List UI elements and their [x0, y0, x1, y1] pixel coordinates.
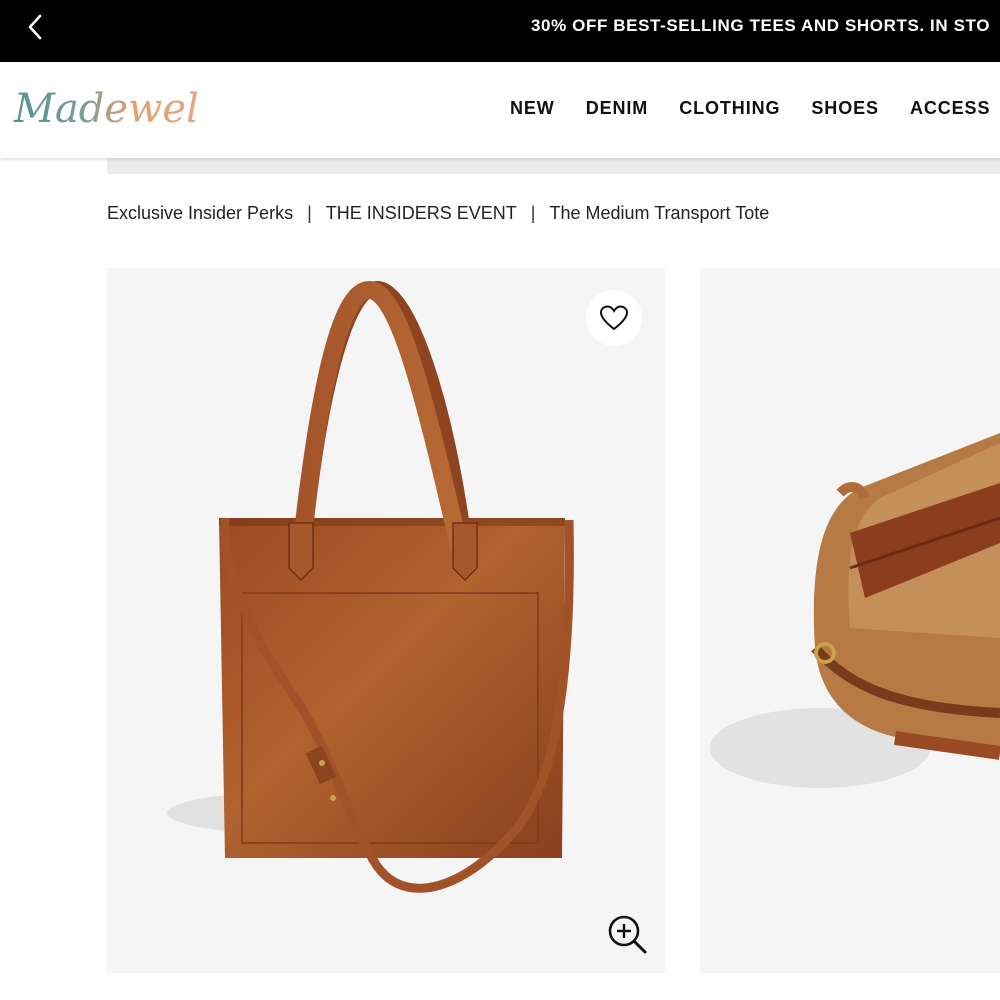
site-header: Madewell NEW DENIM CLOTHING SHOES ACCESS: [0, 62, 1000, 158]
chevron-left-icon[interactable]: [22, 12, 52, 42]
breadcrumb: Exclusive Insider Perks | THE INSIDERS EVE…: [107, 203, 769, 224]
madewell-logo[interactable]: Madewell: [12, 80, 197, 140]
nav-item-clothing[interactable]: CLOTHING: [679, 98, 780, 119]
tote-bag-front-illustration: [167, 280, 574, 893]
breadcrumb-item-insider-perks[interactable]: Exclusive Insider Perks: [107, 203, 293, 223]
nav-item-denim[interactable]: DENIM: [586, 98, 649, 119]
breadcrumb-item-current-product: The Medium Transport Tote: [549, 203, 770, 223]
nav-item-shoes[interactable]: SHOES: [811, 98, 879, 119]
nav-item-accessories[interactable]: ACCESS: [910, 98, 990, 119]
logo-text: Madewell: [13, 86, 197, 132]
promo-bar: 30% OFF BEST-SELLING TEES AND SHORTS. IN…: [0, 0, 1000, 62]
tote-bag-interior-illustration: [710, 433, 1000, 788]
product-image-main[interactable]: [107, 268, 665, 973]
nav-item-new[interactable]: NEW: [510, 98, 555, 119]
wishlist-button[interactable]: [586, 290, 642, 346]
breadcrumb-separator: |: [530, 203, 536, 223]
heart-icon: [599, 305, 629, 331]
breadcrumb-separator: |: [307, 203, 312, 223]
breadcrumb-item-insiders-event[interactable]: THE INSIDERS EVENT: [326, 203, 517, 223]
main-nav: NEW DENIM CLOTHING SHOES ACCESS: [510, 98, 1000, 119]
zoom-in-icon[interactable]: [606, 913, 648, 955]
promo-message[interactable]: 30% OFF BEST-SELLING TEES AND SHORTS. IN…: [531, 16, 990, 36]
header-divider-band: [107, 158, 1000, 174]
product-image-secondary[interactable]: [700, 268, 1000, 973]
